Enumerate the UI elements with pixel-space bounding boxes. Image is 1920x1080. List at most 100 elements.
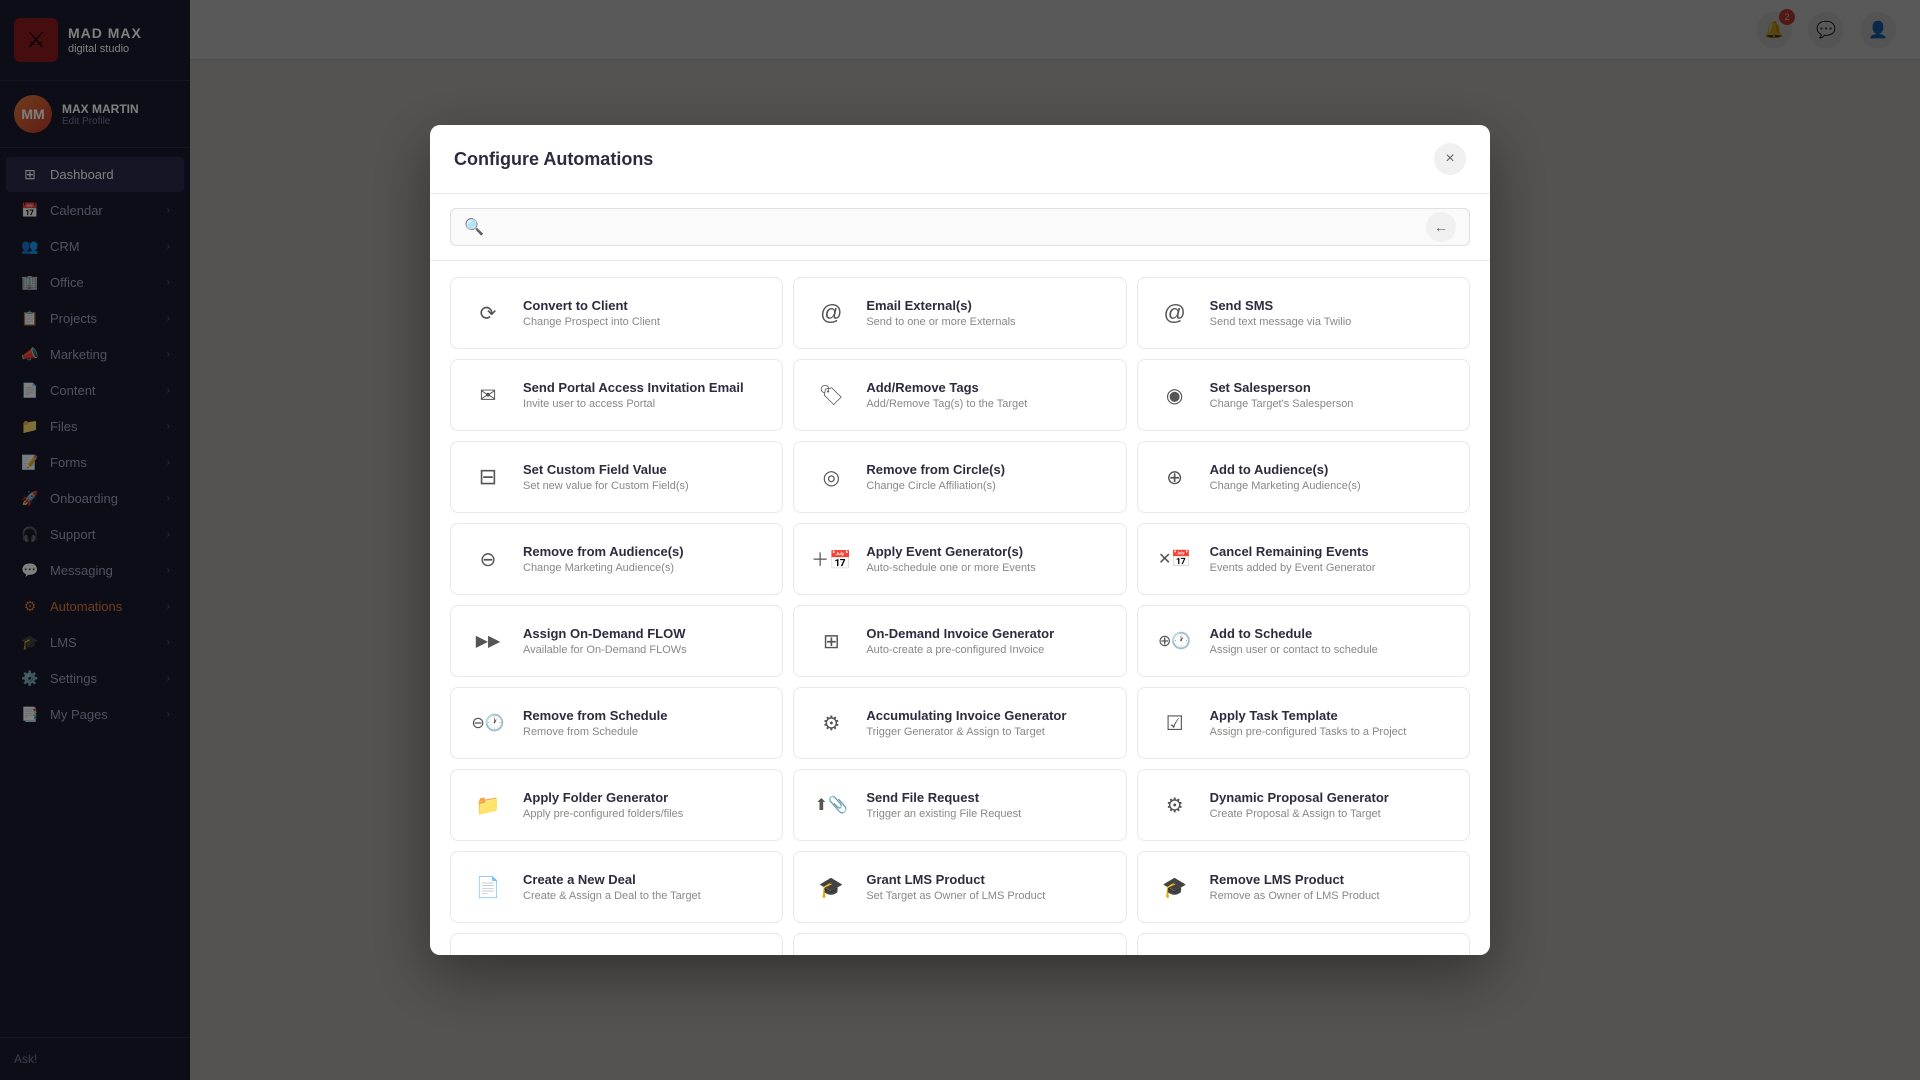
search-bar: 🔍 ←: [430, 194, 1490, 261]
modal-close-button[interactable]: ×: [1434, 143, 1466, 175]
automation-card-add-to-audiences[interactable]: ⊕ Add to Audience(s) Change Marketing Au…: [1137, 441, 1470, 513]
automation-card-convert-to-client[interactable]: ⟳ Convert to Client Change Prospect into…: [450, 277, 783, 349]
card-title: Email External(s): [866, 298, 1015, 313]
automation-card-add-to-checklists[interactable]: ☑ Add to Checklists Assign Target to Che…: [793, 933, 1126, 955]
card-description: Events added by Event Generator: [1210, 562, 1376, 574]
card-icon-convert-to-client: ⟳: [467, 292, 509, 334]
card-title: Add/Remove Tags: [866, 380, 1027, 395]
card-description: Set new value for Custom Field(s): [523, 480, 689, 492]
card-icon-email-externals: @: [810, 292, 852, 334]
card-description: Change Circle Affiliation(s): [866, 480, 1005, 492]
configure-automations-modal: Configure Automations × 🔍 ← ⟳ Convert to…: [430, 125, 1490, 955]
card-description: Change Marketing Audience(s): [523, 562, 684, 574]
card-icon-apply-folder-generator: 📁: [467, 784, 509, 826]
card-description: Remove from Schedule: [523, 726, 668, 738]
card-description: Send text message via Twilio: [1210, 316, 1352, 328]
automation-card-create-a-new-deal[interactable]: 📄 Create a New Deal Create & Assign a De…: [450, 851, 783, 923]
card-title: Remove LMS Product: [1210, 872, 1380, 887]
card-description: Assign user or contact to schedule: [1210, 644, 1378, 656]
card-description: Set Target as Owner of LMS Product: [866, 890, 1045, 902]
card-description: Trigger Generator & Assign to Target: [866, 726, 1066, 738]
automation-card-remove-from-audiences[interactable]: ⊖ Remove from Audience(s) Change Marketi…: [450, 523, 783, 595]
card-description: Auto-schedule one or more Events: [866, 562, 1035, 574]
card-icon-webhook-notification: 🔗: [467, 948, 509, 955]
card-title: Create a New Deal: [523, 872, 701, 887]
automation-card-cancel-remaining-events[interactable]: ✕📅 Cancel Remaining Events Events added …: [1137, 523, 1470, 595]
card-icon-send-portal-access: ✉: [467, 374, 509, 416]
card-description: Assign pre-configured Tasks to a Project: [1210, 726, 1407, 738]
automation-card-on-demand-invoice-generator[interactable]: ⊞ On-Demand Invoice Generator Auto-creat…: [793, 605, 1126, 677]
card-title: Webhook Notification: [523, 954, 680, 955]
automation-card-set-salesperson[interactable]: ◉ Set Salesperson Change Target's Salesp…: [1137, 359, 1470, 431]
automation-card-apply-folder-generator[interactable]: 📁 Apply Folder Generator Apply pre-confi…: [450, 769, 783, 841]
automation-card-remove-lms-product[interactable]: 🎓 Remove LMS Product Remove as Owner of …: [1137, 851, 1470, 923]
card-description: Change Marketing Audience(s): [1210, 480, 1361, 492]
card-title: Accumulating Invoice Generator: [866, 708, 1066, 723]
card-icon-assign-on-demand-flow: ▶▶: [467, 620, 509, 662]
card-description: Available for On-Demand FLOWs: [523, 644, 687, 656]
automation-card-webhook-notification[interactable]: 🔗 Webhook Notification Fire a webhook to…: [450, 933, 783, 955]
card-title: Apply Event Generator(s): [866, 544, 1035, 559]
card-description: Remove as Owner of LMS Product: [1210, 890, 1380, 902]
card-icon-remove-from-audiences: ⊖: [467, 538, 509, 580]
card-icon-apply-event-generator: ＋📅: [810, 538, 852, 580]
automation-card-remove-from-circles[interactable]: ◎ Remove from Circle(s) Change Circle Af…: [793, 441, 1126, 513]
card-title: Add to Audience(s): [1210, 462, 1361, 477]
automation-card-add-remove-tags[interactable]: 🏷 Add/Remove Tags Add/Remove Tag(s) to t…: [793, 359, 1126, 431]
automation-card-dynamic-proposal-generator[interactable]: ⚙ Dynamic Proposal Generator Create Prop…: [1137, 769, 1470, 841]
card-description: Create & Assign a Deal to the Target: [523, 890, 701, 902]
back-button[interactable]: ←: [1426, 212, 1456, 242]
card-title: Apply Folder Generator: [523, 790, 683, 805]
automation-card-remove-from-checklist[interactable]: ☑ Remove from Checklist Remove Target fr…: [1137, 933, 1470, 955]
card-title: Remove from Circle(s): [866, 462, 1005, 477]
automation-card-set-custom-field[interactable]: ⊟ Set Custom Field Value Set new value f…: [450, 441, 783, 513]
card-icon-remove-lms-product: 🎓: [1154, 866, 1196, 908]
card-title: Grant LMS Product: [866, 872, 1045, 887]
card-icon-send-file-request: ⬆📎: [810, 784, 852, 826]
automation-card-accumulating-invoice-generator[interactable]: ⚙ Accumulating Invoice Generator Trigger…: [793, 687, 1126, 759]
card-icon-send-sms: @: [1154, 292, 1196, 334]
search-input[interactable]: [450, 208, 1470, 246]
card-icon-grant-lms-product: 🎓: [810, 866, 852, 908]
card-description: Change Target's Salesperson: [1210, 398, 1354, 410]
automations-grid: ⟳ Convert to Client Change Prospect into…: [430, 261, 1490, 955]
automation-card-assign-on-demand-flow[interactable]: ▶▶ Assign On-Demand FLOW Available for O…: [450, 605, 783, 677]
card-title: Assign On-Demand FLOW: [523, 626, 687, 641]
search-icon: 🔍: [464, 217, 484, 237]
card-description: Trigger an existing File Request: [866, 808, 1021, 820]
modal-title: Configure Automations: [454, 149, 653, 170]
automation-card-apply-task-template[interactable]: ☑ Apply Task Template Assign pre-configu…: [1137, 687, 1470, 759]
card-icon-on-demand-invoice-generator: ⊞: [810, 620, 852, 662]
card-title: Dynamic Proposal Generator: [1210, 790, 1389, 805]
card-description: Auto-create a pre-configured Invoice: [866, 644, 1054, 656]
card-icon-remove-from-checklist: ☑: [1154, 948, 1196, 955]
automation-card-send-file-request[interactable]: ⬆📎 Send File Request Trigger an existing…: [793, 769, 1126, 841]
card-icon-accumulating-invoice-generator: ⚙: [810, 702, 852, 744]
automation-card-apply-event-generator[interactable]: ＋📅 Apply Event Generator(s) Auto-schedul…: [793, 523, 1126, 595]
card-title: Send Portal Access Invitation Email: [523, 380, 744, 395]
card-icon-add-remove-tags: 🏷: [810, 374, 852, 416]
card-description: Add/Remove Tag(s) to the Target: [866, 398, 1027, 410]
automation-card-grant-lms-product[interactable]: 🎓 Grant LMS Product Set Target as Owner …: [793, 851, 1126, 923]
card-description: Invite user to access Portal: [523, 398, 744, 410]
card-icon-set-custom-field: ⊟: [467, 456, 509, 498]
card-title: Add to Schedule: [1210, 626, 1378, 641]
card-title: Send SMS: [1210, 298, 1352, 313]
card-description: Change Prospect into Client: [523, 316, 660, 328]
card-description: Apply pre-configured folders/files: [523, 808, 683, 820]
card-icon-apply-task-template: ☑: [1154, 702, 1196, 744]
card-description: Create Proposal & Assign to Target: [1210, 808, 1389, 820]
card-icon-dynamic-proposal-generator: ⚙: [1154, 784, 1196, 826]
automation-card-remove-from-schedule[interactable]: ⊖🕐 Remove from Schedule Remove from Sche…: [450, 687, 783, 759]
card-icon-cancel-remaining-events: ✕📅: [1154, 538, 1196, 580]
card-icon-add-to-schedule: ⊕🕐: [1154, 620, 1196, 662]
automation-card-send-portal-access[interactable]: ✉ Send Portal Access Invitation Email In…: [450, 359, 783, 431]
card-description: Send to one or more Externals: [866, 316, 1015, 328]
card-title: Convert to Client: [523, 298, 660, 313]
automation-card-add-to-schedule[interactable]: ⊕🕐 Add to Schedule Assign user or contac…: [1137, 605, 1470, 677]
card-icon-remove-from-schedule: ⊖🕐: [467, 702, 509, 744]
automation-card-email-externals[interactable]: @ Email External(s) Send to one or more …: [793, 277, 1126, 349]
automation-card-send-sms[interactable]: @ Send SMS Send text message via Twilio: [1137, 277, 1470, 349]
card-title: Remove from Schedule: [523, 708, 668, 723]
card-title: Set Salesperson: [1210, 380, 1354, 395]
